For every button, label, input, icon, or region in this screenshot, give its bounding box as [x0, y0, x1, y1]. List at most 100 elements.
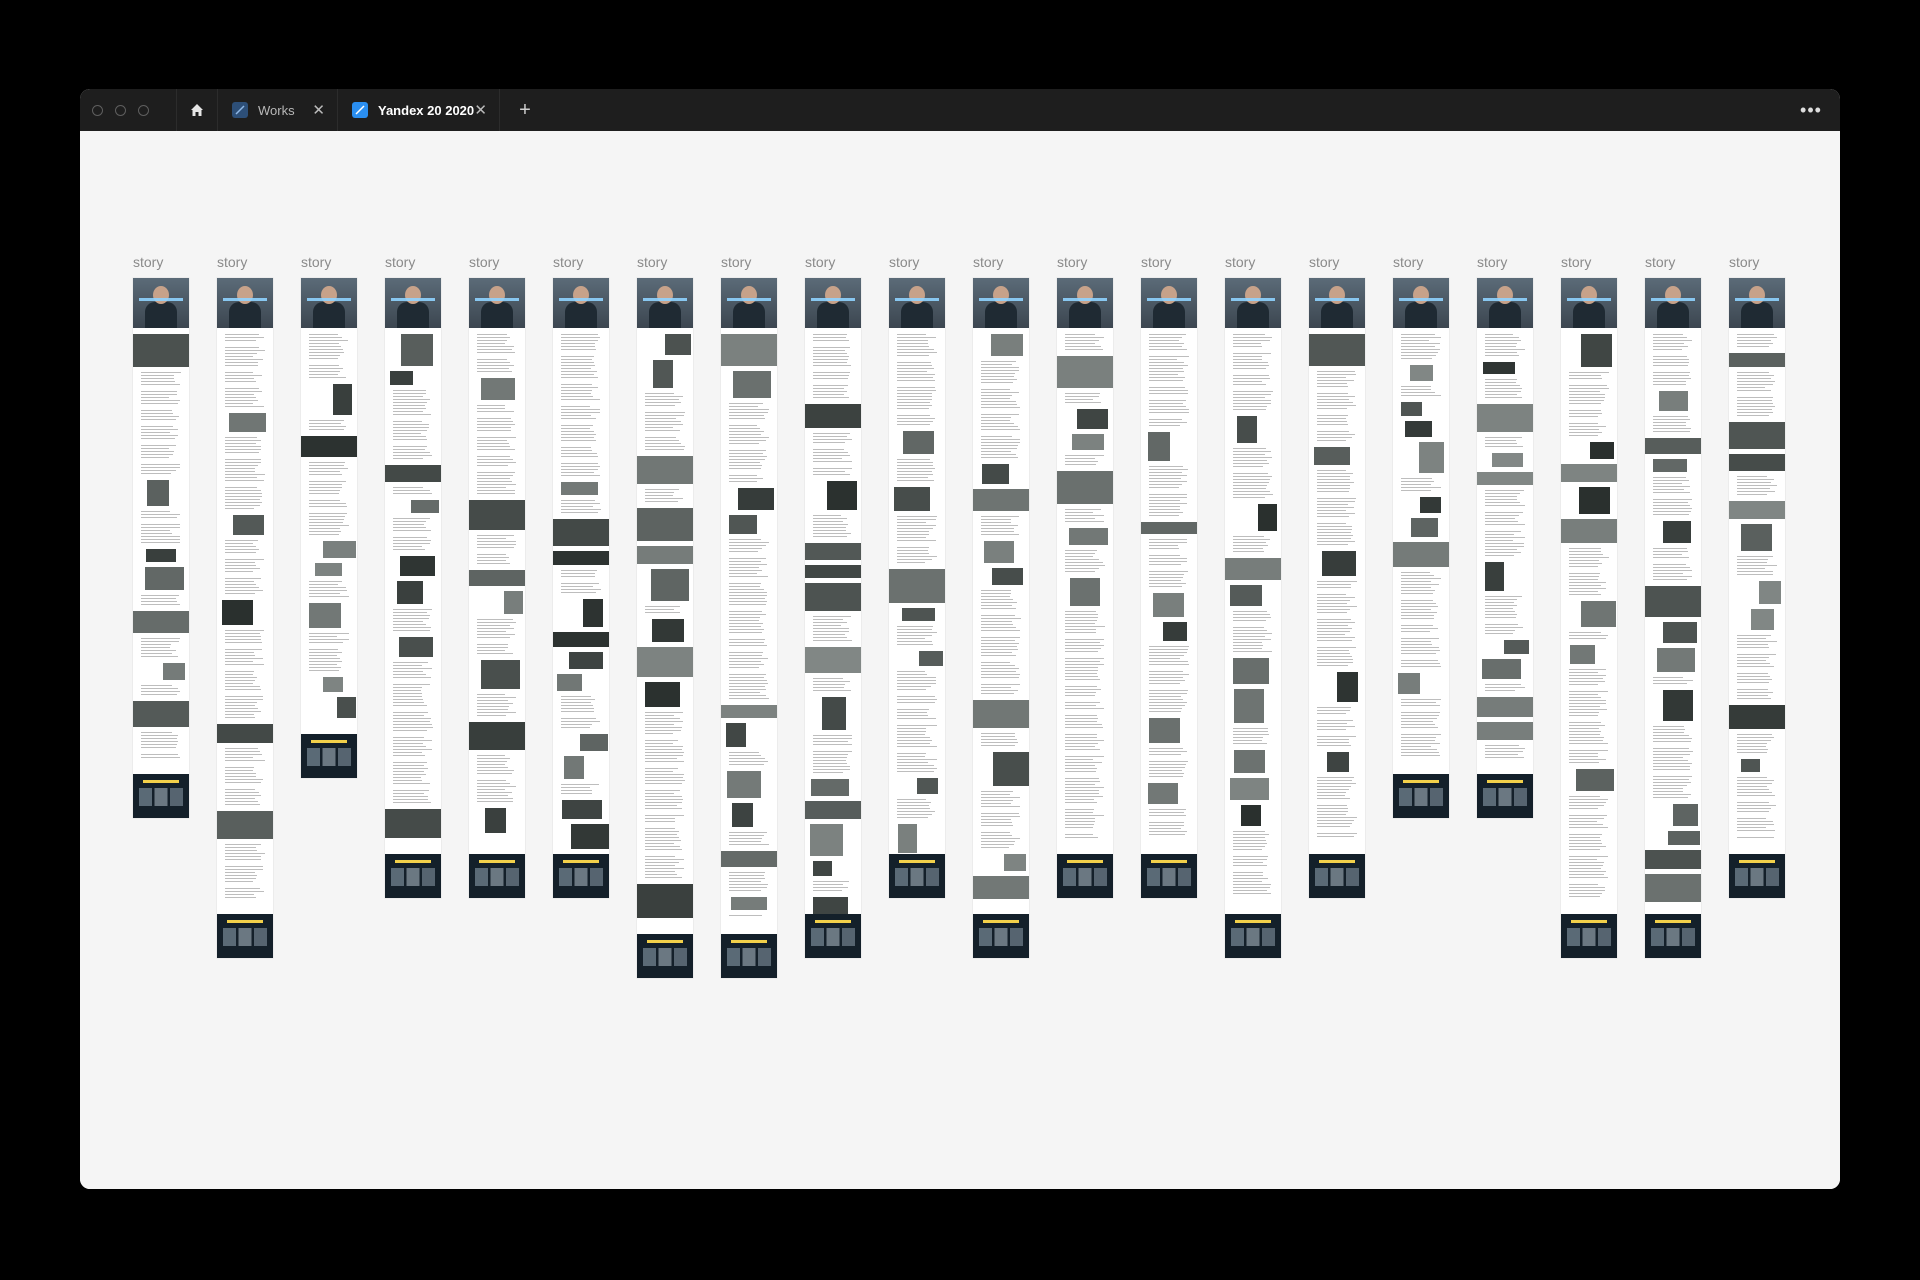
text-line	[1149, 542, 1187, 543]
text-line	[225, 804, 260, 805]
story-frame[interactable]	[1645, 278, 1701, 958]
frame-label[interactable]: story	[301, 254, 331, 270]
text-line	[1737, 571, 1773, 572]
story-frame[interactable]	[805, 278, 861, 958]
text-line	[1233, 859, 1267, 860]
story-frame[interactable]	[1309, 278, 1365, 898]
story-frame[interactable]	[1477, 278, 1533, 818]
text-line	[1233, 457, 1272, 458]
text-line	[393, 671, 423, 672]
text-line	[1149, 409, 1189, 410]
frame-label[interactable]: story	[553, 254, 583, 270]
story-frame[interactable]	[133, 278, 189, 818]
tab-works[interactable]: Works ✕	[218, 89, 338, 131]
story-frame[interactable]	[385, 278, 441, 898]
text-line	[225, 571, 253, 572]
story-frame[interactable]	[1393, 278, 1449, 818]
text-line	[225, 770, 253, 771]
text-line	[1569, 638, 1606, 639]
text-line	[729, 450, 766, 451]
text-line	[393, 668, 432, 669]
frame-label[interactable]: story	[1309, 254, 1339, 270]
close-icon[interactable]: ✕	[474, 101, 487, 119]
text-line	[477, 443, 509, 444]
frame-label[interactable]: story	[1225, 254, 1255, 270]
frame-label[interactable]: story	[1393, 254, 1423, 270]
story-frame[interactable]	[469, 278, 525, 898]
frame-label[interactable]: story	[133, 254, 163, 270]
close-icon[interactable]: ✕	[312, 101, 325, 119]
text-line	[1317, 544, 1348, 545]
text-line	[729, 661, 761, 662]
story-frame[interactable]	[1141, 278, 1197, 898]
text-line	[1149, 412, 1189, 413]
frame-label[interactable]: story	[1729, 254, 1759, 270]
text-line	[225, 584, 256, 585]
text-line	[225, 639, 261, 640]
frame-label[interactable]: story	[805, 254, 835, 270]
story-frame[interactable]	[889, 278, 945, 898]
app-window: Works ✕ Yandex 20 2020 ✕ + ••• story stor…	[80, 89, 1840, 1189]
window-close-control[interactable]	[92, 105, 103, 116]
frame-label[interactable]: story	[217, 254, 247, 270]
text-line	[1653, 551, 1688, 552]
frame-label[interactable]: story	[385, 254, 415, 270]
text-line	[225, 590, 263, 591]
text-line	[225, 779, 263, 780]
text-line	[1569, 585, 1601, 586]
window-zoom-control[interactable]	[138, 105, 149, 116]
story-frame[interactable]	[553, 278, 609, 898]
text-line	[225, 677, 257, 678]
design-canvas[interactable]: story story story story story story story story…	[80, 131, 1840, 1189]
frame-label[interactable]: story	[1645, 254, 1675, 270]
text-line	[981, 436, 1012, 437]
text-line	[141, 511, 170, 512]
text-line	[813, 625, 841, 626]
text-line	[645, 790, 680, 791]
story-frame[interactable]	[1225, 278, 1281, 958]
story-photo	[1668, 831, 1700, 845]
text-line	[1569, 868, 1601, 869]
text-line	[1317, 783, 1356, 784]
home-button[interactable]	[176, 89, 218, 131]
story-frame[interactable]	[217, 278, 273, 958]
text-line	[393, 749, 432, 750]
story-frame[interactable]	[1729, 278, 1785, 898]
text-line	[1317, 523, 1346, 524]
frame-label[interactable]: story	[469, 254, 499, 270]
text-line	[1233, 627, 1264, 628]
story-frame[interactable]	[721, 278, 777, 978]
story-frame[interactable]	[1057, 278, 1113, 898]
text-line	[897, 477, 928, 478]
hero-photo	[1729, 278, 1785, 328]
frame-label[interactable]: story	[1141, 254, 1171, 270]
window-minimize-control[interactable]	[115, 105, 126, 116]
more-menu-button[interactable]: •••	[1796, 89, 1826, 131]
frame-label[interactable]: story	[1561, 254, 1591, 270]
story-frame[interactable]	[637, 278, 693, 978]
tab-yandex-20-2020[interactable]: Yandex 20 2020 ✕	[338, 89, 500, 131]
frame-label[interactable]: story	[1477, 254, 1507, 270]
text-line	[897, 683, 936, 684]
text-line	[1569, 834, 1602, 835]
new-tab-button[interactable]: +	[510, 89, 540, 131]
text-line	[561, 512, 598, 513]
story-frame[interactable]	[973, 278, 1029, 958]
frame-label[interactable]: story	[889, 254, 919, 270]
frame-label[interactable]: story	[637, 254, 667, 270]
text-line	[225, 630, 264, 631]
text-line	[645, 399, 679, 400]
story-photo	[323, 541, 356, 558]
text-line	[393, 665, 422, 666]
story-frame[interactable]	[1561, 278, 1617, 958]
text-line	[1569, 821, 1597, 822]
frame-label[interactable]: story	[973, 254, 1003, 270]
frame-label[interactable]: story	[1057, 254, 1087, 270]
text-line	[225, 465, 258, 466]
story-frame[interactable]	[301, 278, 357, 778]
home-icon	[191, 104, 203, 116]
text-line	[477, 644, 508, 645]
text-line	[1065, 721, 1097, 722]
text-line	[1737, 403, 1773, 404]
frame-label[interactable]: story	[721, 254, 751, 270]
